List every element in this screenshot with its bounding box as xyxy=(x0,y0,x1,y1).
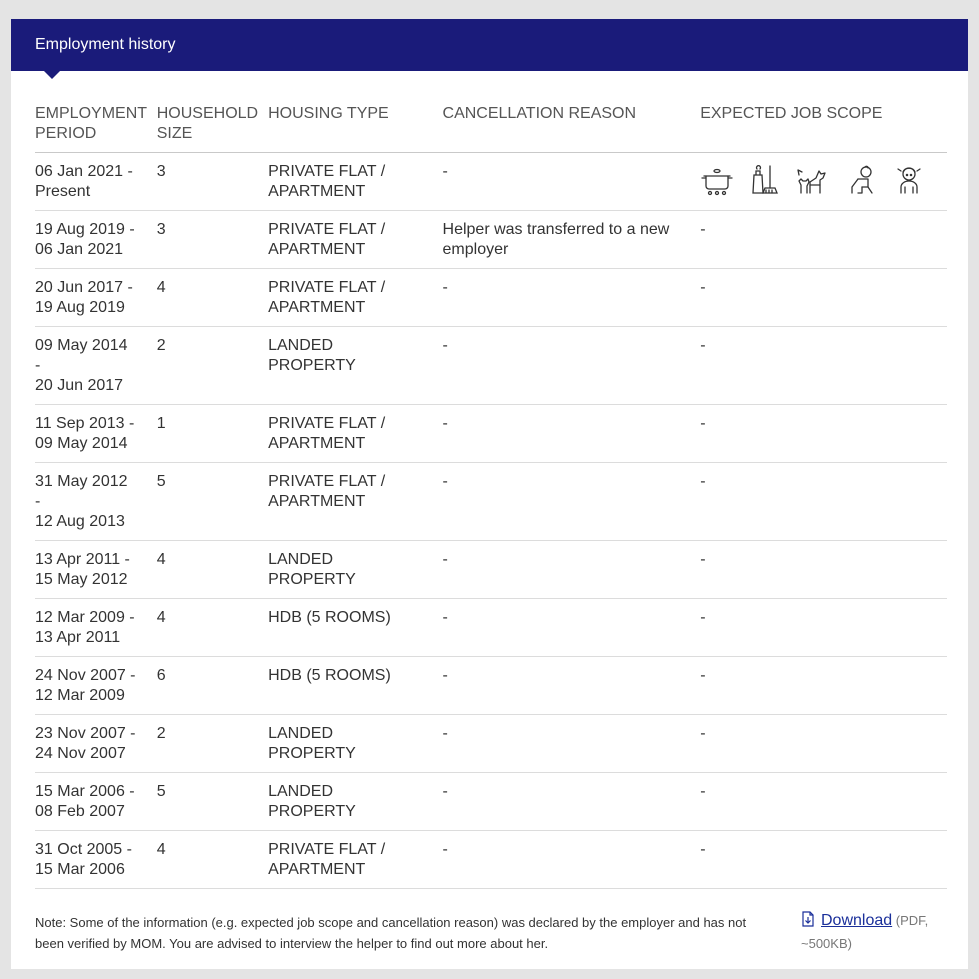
housing-type-cell: PRIVATE FLAT / APARTMENT xyxy=(268,152,443,211)
job-scope-cell: - xyxy=(700,326,947,405)
household-size-cell: 5 xyxy=(156,462,269,541)
cancellation-reason-cell: - xyxy=(442,462,701,541)
household-size-cell: 3 xyxy=(156,152,269,211)
housing-type-cell: PRIVATE FLAT / APARTMENT xyxy=(268,830,443,889)
table-row: 20 Jun 2017 - 19 Aug 2019 4 PRIVATE FLAT /… xyxy=(35,268,947,327)
cancellation-reason-cell: - xyxy=(442,598,701,657)
cancellation-reason-cell: - xyxy=(442,404,701,463)
child-care-icon xyxy=(897,167,921,194)
household-size-cell: 4 xyxy=(156,540,269,599)
download-block: Download (PDF, ~500KB) xyxy=(801,910,951,954)
header-expected-job-scope: EXPECTED JOB SCOPE xyxy=(700,99,947,153)
employment-period-cell: 06 Jan 2021 - Present xyxy=(35,152,157,211)
table-row: 13 Apr 2011 - 15 May 2012 4 LANDED PROPERT… xyxy=(35,540,947,599)
housing-type-cell: HDB (5 ROOMS) xyxy=(268,656,443,715)
household-size-cell: 4 xyxy=(156,598,269,657)
table-row: 23 Nov 2007 - 24 Nov 2007 2 LANDED PROPERT… xyxy=(35,714,947,773)
job-scope-cell: - xyxy=(700,540,947,599)
housing-type-cell: HDB (5 ROOMS) xyxy=(268,598,443,657)
employment-period-cell: 11 Sep 2013 - 09 May 2014 xyxy=(35,404,157,463)
employment-period-cell: 31 Oct 2005 - 15 Mar 2006 xyxy=(35,830,157,889)
table-row: 31 Oct 2005 - 15 Mar 2006 4 PRIVATE FLAT /… xyxy=(35,830,947,889)
cancellation-reason-cell: - xyxy=(442,540,701,599)
household-size-cell: 2 xyxy=(156,326,269,405)
job-scope-cell xyxy=(700,152,947,211)
housing-type-cell: PRIVATE FLAT / APARTMENT xyxy=(268,210,443,269)
employment-history-panel: Employment history EMPLOYMENT PERIOD HOU… xyxy=(11,19,968,969)
cancellation-reason-cell: - xyxy=(442,830,701,889)
job-scope-cell: - xyxy=(700,656,947,715)
housing-type-cell: LANDED PROPERTY xyxy=(268,540,443,599)
employment-period-cell: 23 Nov 2007 - 24 Nov 2007 xyxy=(35,714,157,773)
employment-period-cell: 15 Mar 2006 - 08 Feb 2007 xyxy=(35,772,157,831)
table-row: 06 Jan 2021 - Present 3 PRIVATE FLAT / APA… xyxy=(35,152,947,211)
employment-period-cell: 19 Aug 2019 - 06 Jan 2021 xyxy=(35,210,157,269)
employment-period-cell: 31 May 2012 - 12 Aug 2013 xyxy=(35,462,157,541)
housing-type-cell: LANDED PROPERTY xyxy=(268,326,443,405)
header-housing-type: HOUSING TYPE xyxy=(268,99,443,153)
table-row: 12 Mar 2009 - 13 Apr 2011 4 HDB (5 ROOMS) -… xyxy=(35,598,947,657)
cancellation-reason-cell: - xyxy=(442,268,701,327)
household-size-cell: 4 xyxy=(156,830,269,889)
table-row: 24 Nov 2007 - 12 Mar 2009 6 HDB (5 ROOMS) -… xyxy=(35,656,947,715)
job-scope-cell: - xyxy=(700,772,947,831)
header-cancellation-reason: CANCELLATION REASON xyxy=(442,99,701,153)
cooking-pot-icon xyxy=(701,168,733,196)
header-household-size: HOUSEHOLD SIZE xyxy=(156,99,269,153)
pet-care-icon xyxy=(797,169,826,194)
employment-period-cell: 24 Nov 2007 - 12 Mar 2009 xyxy=(35,656,157,715)
job-scope-cell: - xyxy=(700,598,947,657)
job-scope-cell: - xyxy=(700,404,947,463)
housing-type-cell: LANDED PROPERTY xyxy=(268,772,443,831)
employment-history-table: EMPLOYMENT PERIOD HOUSEHOLD SIZE HOUSING… xyxy=(35,99,947,889)
household-size-cell: 6 xyxy=(156,656,269,715)
table-row: 15 Mar 2006 - 08 Feb 2007 5 LANDED PROPERT… xyxy=(35,772,947,831)
household-size-cell: 5 xyxy=(156,772,269,831)
job-scope-cell: - xyxy=(700,268,947,327)
cancellation-reason-cell: - xyxy=(442,714,701,773)
household-size-cell: 1 xyxy=(156,404,269,463)
header-employment-period: EMPLOYMENT PERIOD xyxy=(35,99,157,153)
housing-type-cell: PRIVATE FLAT / APARTMENT xyxy=(268,404,443,463)
employment-period-cell: 13 Apr 2011 - 15 May 2012 xyxy=(35,540,157,599)
disclaimer-note: Note: Some of the information (e.g. expe… xyxy=(35,915,747,951)
panel-title: Employment history xyxy=(11,19,968,79)
table-row: 09 May 2014 - 20 Jun 2017 2 LANDED PROPERT… xyxy=(35,326,947,405)
housing-type-cell: PRIVATE FLAT / APARTMENT xyxy=(268,462,443,541)
cancellation-reason-cell: - xyxy=(442,152,701,211)
job-scope-cell: - xyxy=(700,714,947,773)
table-row: 19 Aug 2019 - 06 Jan 2021 3 PRIVATE FLAT /… xyxy=(35,210,947,269)
table-row: 31 May 2012 - 12 Aug 2013 5 PRIVATE FLAT /… xyxy=(35,462,947,541)
employment-period-cell: 09 May 2014 - 20 Jun 2017 xyxy=(35,326,157,405)
table-row: 11 Sep 2013 - 09 May 2014 1 PRIVATE FLAT /… xyxy=(35,404,947,463)
household-size-cell: 2 xyxy=(156,714,269,773)
infant-care-icon xyxy=(851,165,873,194)
job-scope-cell: - xyxy=(700,462,947,541)
employment-period-cell: 12 Mar 2009 - 13 Apr 2011 xyxy=(35,598,157,657)
cleaning-icon xyxy=(752,165,779,194)
cancellation-reason-cell: Helper was transferred to a new employer xyxy=(442,210,701,269)
housing-type-cell: PRIVATE FLAT / APARTMENT xyxy=(268,268,443,327)
download-link[interactable]: Download xyxy=(821,912,892,929)
household-size-cell: 3 xyxy=(156,210,269,269)
job-scope-cell: - xyxy=(700,830,947,889)
cancellation-reason-cell: - xyxy=(442,326,701,405)
cancellation-reason-cell: - xyxy=(442,772,701,831)
table-header-row: EMPLOYMENT PERIOD HOUSEHOLD SIZE HOUSING… xyxy=(35,99,947,153)
document-icon xyxy=(801,911,815,933)
employment-period-cell: 20 Jun 2017 - 19 Aug 2019 xyxy=(35,268,157,327)
cancellation-reason-cell: - xyxy=(442,656,701,715)
job-scope-cell: - xyxy=(700,210,947,269)
household-size-cell: 4 xyxy=(156,268,269,327)
job-scope-icons xyxy=(700,162,947,197)
housing-type-cell: LANDED PROPERTY xyxy=(268,714,443,773)
